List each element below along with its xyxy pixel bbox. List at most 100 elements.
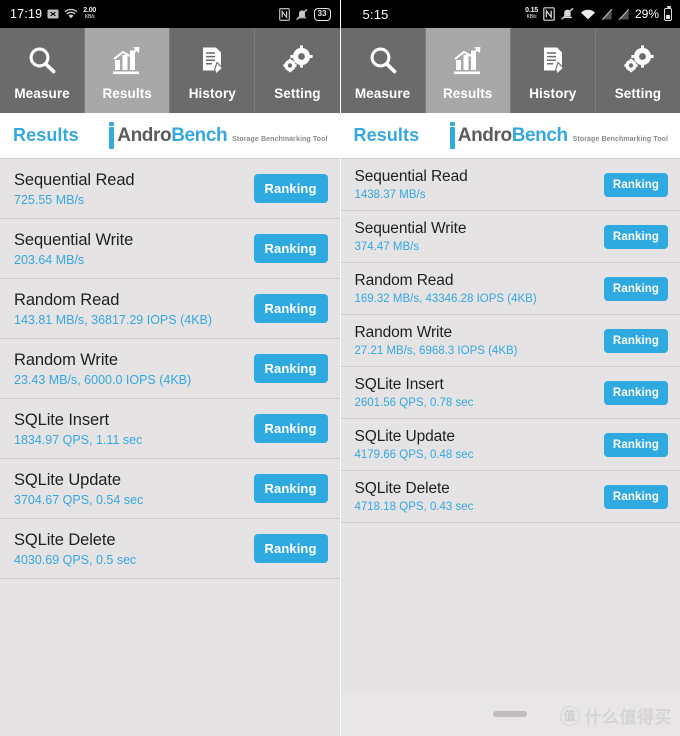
ranking-button[interactable]: Ranking [253, 414, 328, 443]
tab-history-label: History [188, 85, 236, 101]
logo-word-andro: Andro [117, 125, 172, 146]
benchmark-value: 203.64 MB/s [14, 252, 85, 267]
results-list: Sequential Read 1438.37 MB/s Ranking Seq… [340, 159, 680, 523]
ranking-button[interactable]: Ranking [603, 172, 668, 197]
ranking-button[interactable]: Ranking [603, 432, 668, 457]
row-texts: SQLite Update 4179.66 QPS, 0.48 sec [355, 428, 474, 461]
benchmark-name: SQLite Update [354, 428, 455, 445]
androbench-logo: AndroBench Storage Benchmarking Tool [449, 121, 668, 149]
net-speed-unit: KB/s [526, 14, 537, 20]
table-row[interactable]: Random Write 23.43 MB/s, 6000.0 IOPS (4K… [0, 339, 340, 399]
magnifier-icon [366, 41, 400, 81]
table-row[interactable]: Sequential Read 1438.37 MB/s Ranking [340, 159, 680, 211]
benchmark-name: Sequential Write [354, 220, 467, 237]
ranking-button[interactable]: Ranking [603, 380, 668, 405]
phone-screenshot-right: 5:15 0.15 KB/s 29% Measure Results Histo… [340, 0, 680, 736]
benchmark-value: 725.55 MB/s [14, 192, 85, 207]
tab-results-label: Results [442, 85, 493, 101]
tab-measure-label: Measure [14, 85, 70, 101]
logo-text: AndroBench Storage Benchmarking Tool [458, 126, 668, 145]
tab-bar: Measure Results History Setting [340, 28, 680, 113]
tab-setting[interactable]: Setting [255, 28, 339, 113]
document-pencil-icon [195, 41, 229, 81]
benchmark-value: 4718.18 QPS, 0.43 sec [354, 501, 474, 513]
benchmark-name: SQLite Update [14, 470, 121, 489]
benchmark-value: 4179.66 QPS, 0.48 sec [354, 449, 474, 461]
tab-results[interactable]: Results [85, 28, 171, 113]
benchmark-name: SQLite Insert [354, 376, 444, 393]
table-row[interactable]: SQLite Insert 2601.56 QPS, 0.78 sec Rank… [340, 367, 680, 419]
status-clock: 17:19 [10, 7, 43, 21]
tab-bar: Measure Results History Setting [0, 28, 340, 113]
table-row[interactable]: SQLite Update 4179.66 QPS, 0.48 sec Rank… [340, 419, 680, 471]
table-row[interactable]: SQLite Insert 1834.97 QPS, 1.11 sec Rank… [0, 399, 340, 459]
tab-history-label: History [529, 85, 577, 101]
vibrate-off-icon [295, 8, 309, 21]
table-row[interactable]: Random Read 169.32 MB/s, 43346.28 IOPS (… [340, 263, 680, 315]
gears-icon [280, 41, 314, 81]
benchmark-value: 2601.56 QPS, 0.78 sec [354, 397, 474, 409]
vibrate-off-icon [560, 7, 575, 21]
tab-setting[interactable]: Setting [596, 28, 680, 113]
ranking-button[interactable]: Ranking [253, 474, 328, 503]
row-texts: Random Write 27.21 MB/s, 6968.3 IOPS (4K… [355, 324, 518, 357]
ranking-button[interactable]: Ranking [253, 294, 328, 323]
ranking-button[interactable]: Ranking [603, 276, 668, 301]
battery-level-badge: 33 [313, 7, 331, 21]
tab-measure[interactable]: Measure [341, 28, 426, 113]
benchmark-value: 1438.37 MB/s [354, 189, 426, 201]
benchmark-value: 3704.67 QPS, 0.54 sec [14, 492, 144, 507]
wifi-icon [64, 8, 78, 20]
gesture-home-pill[interactable] [493, 711, 528, 717]
gears-icon [621, 41, 655, 81]
table-row[interactable]: SQLite Update 3704.67 QPS, 0.54 sec Rank… [0, 459, 340, 519]
tab-measure-label: Measure [354, 85, 411, 101]
table-row[interactable]: Random Write 27.21 MB/s, 6968.3 IOPS (4K… [340, 315, 680, 367]
dual-screenshot-comparison: 17:19 2.00 KB/s 33 Measure Results Histo… [0, 0, 680, 736]
nfc-icon [278, 7, 290, 21]
net-speed-icon: 0.15 KB/s [525, 7, 538, 20]
row-texts: SQLite Delete 4030.69 QPS, 0.5 sec [14, 531, 136, 567]
row-texts: Sequential Write 374.47 MB/s [355, 220, 467, 253]
net-speed-icon: 2.00 KB/s [83, 7, 96, 20]
tab-measure[interactable]: Measure [0, 28, 86, 113]
table-row[interactable]: Random Read 143.81 MB/s, 36817.29 IOPS (… [0, 279, 340, 339]
ranking-button[interactable]: Ranking [603, 224, 668, 249]
status-bar-left-group: 17:19 2.00 KB/s [10, 7, 96, 21]
row-texts: SQLite Insert 1834.97 QPS, 1.11 sec [14, 411, 142, 447]
logo-word-bench: Bench [511, 125, 568, 146]
benchmark-value: 4030.69 QPS, 0.5 sec [14, 552, 137, 567]
logo-word-bench: Bench [171, 125, 228, 146]
table-row[interactable]: SQLite Delete 4718.18 QPS, 0.43 sec Rank… [340, 471, 680, 523]
table-row[interactable]: Sequential Write 374.47 MB/s Ranking [340, 211, 680, 263]
x-box-icon [47, 8, 59, 20]
benchmark-name: Random Read [354, 272, 454, 289]
net-speed-unit: KB/s [84, 14, 95, 20]
tab-results[interactable]: Results [425, 28, 511, 113]
row-texts: Sequential Write 203.64 MB/s [14, 231, 133, 267]
battery-percent-label: 29% [634, 7, 659, 21]
benchmark-name: SQLite Delete [14, 530, 116, 549]
logo-word-andro: Andro [457, 125, 512, 146]
row-texts: Sequential Read 1438.37 MB/s [355, 168, 468, 201]
sim2-icon [618, 8, 630, 21]
tab-history[interactable]: History [170, 28, 256, 113]
bar-chart-icon [110, 41, 144, 81]
ranking-button[interactable]: Ranking [603, 484, 668, 509]
benchmark-name: Sequential Write [14, 230, 134, 249]
benchmark-name: Random Write [354, 324, 453, 341]
ranking-button[interactable]: Ranking [253, 354, 328, 383]
logo-text: AndroBench Storage Benchmarking Tool [117, 126, 327, 145]
table-row[interactable]: SQLite Delete 4030.69 QPS, 0.5 sec Ranki… [0, 519, 340, 579]
ranking-button[interactable]: Ranking [253, 174, 328, 203]
ranking-button[interactable]: Ranking [253, 234, 328, 263]
table-row[interactable]: Sequential Write 203.64 MB/s Ranking [0, 219, 340, 279]
table-row[interactable]: Sequential Read 725.55 MB/s Ranking [0, 159, 340, 219]
ranking-button[interactable]: Ranking [603, 328, 668, 353]
benchmark-name: Random Read [14, 290, 120, 309]
status-bar-left-group: 5:15 [363, 7, 389, 22]
tab-history[interactable]: History [511, 28, 596, 113]
ranking-button[interactable]: Ranking [253, 534, 328, 563]
row-texts: Sequential Read 725.55 MB/s [14, 171, 135, 207]
status-bar-right-group: 0.15 KB/s 29% [525, 5, 672, 21]
